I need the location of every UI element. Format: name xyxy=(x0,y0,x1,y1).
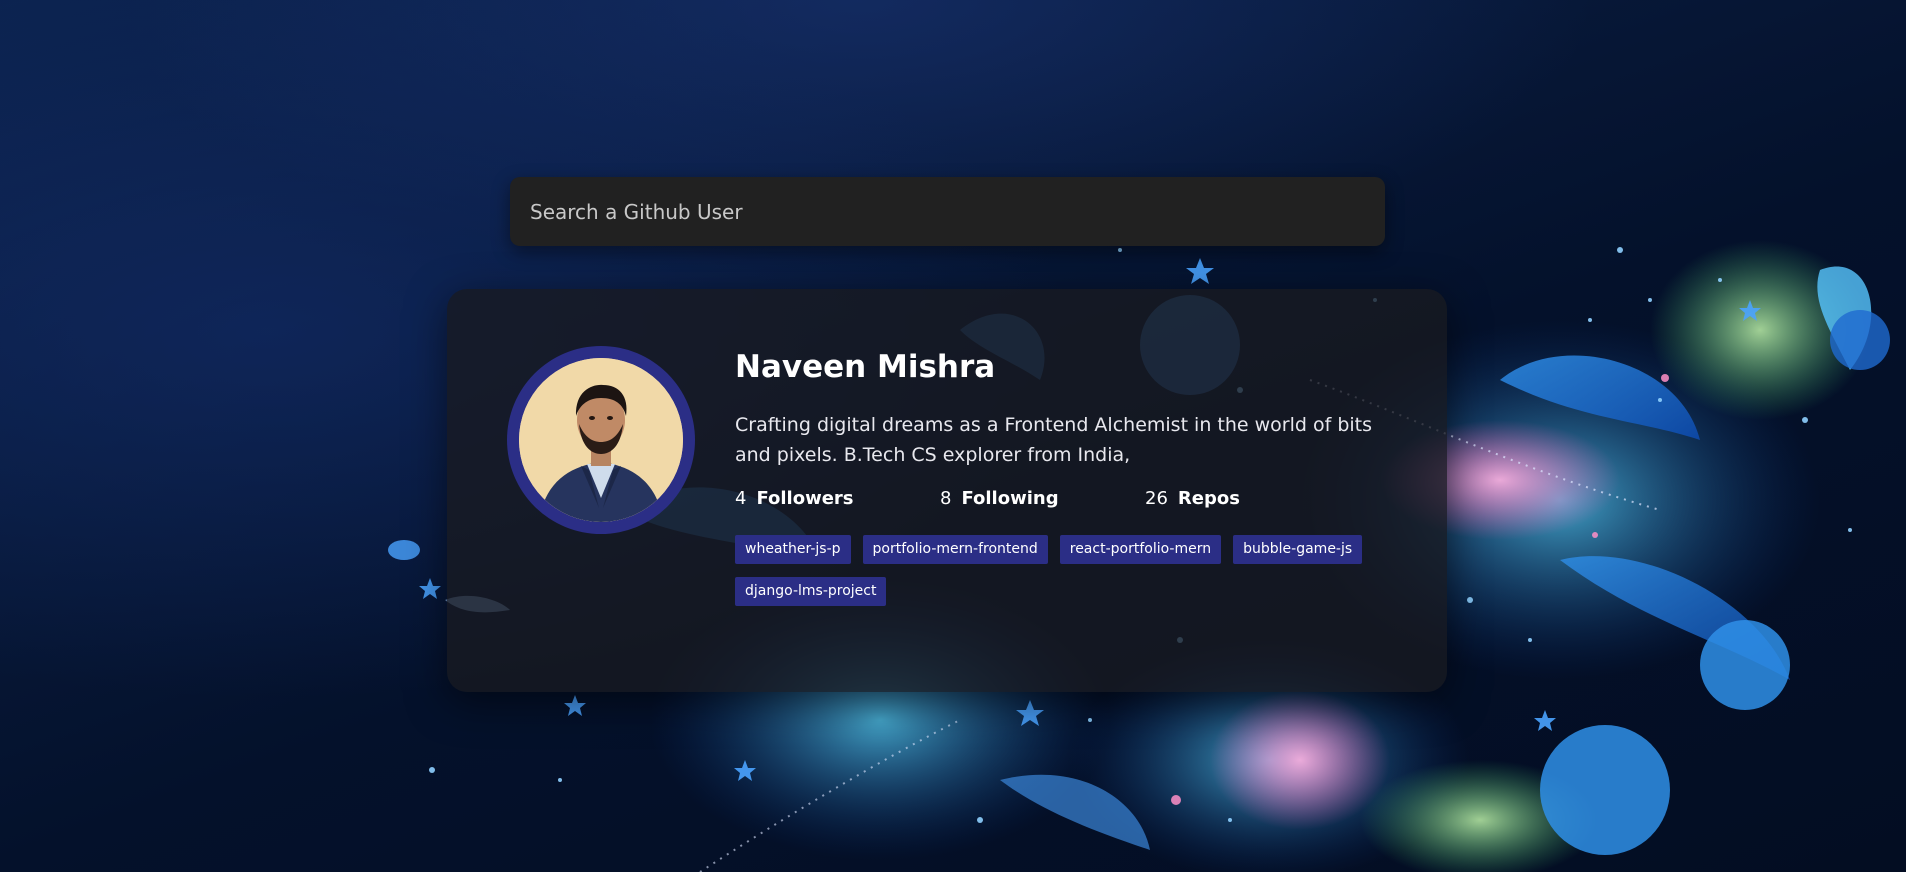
repo-link[interactable]: wheather-js-p xyxy=(735,535,851,565)
user-stats: 4 Followers 8 Following 26 Repos xyxy=(735,488,1415,509)
following-count: 8 xyxy=(940,488,952,510)
profile-card: Naveen Mishra Crafting digital dreams as… xyxy=(447,289,1447,692)
search-input[interactable] xyxy=(510,177,1385,246)
avatar xyxy=(519,358,683,522)
repo-link[interactable]: bubble-game-js xyxy=(1233,535,1363,565)
repo-link[interactable]: django-lms-project xyxy=(735,577,887,607)
stat-followers: 4 Followers xyxy=(735,488,940,509)
stat-repos: 26 Repos xyxy=(1145,488,1350,509)
user-bio: Crafting digital dreams as a Frontend Al… xyxy=(735,414,1373,467)
profile-info: Naveen Mishra Crafting digital dreams as… xyxy=(735,349,1415,619)
following-label: Following xyxy=(961,488,1059,510)
stat-following: 8 Following xyxy=(940,488,1145,509)
avatar-ring xyxy=(507,346,695,534)
user-name: Naveen Mishra xyxy=(735,349,996,385)
repo-link[interactable]: react-portfolio-mern xyxy=(1059,535,1222,565)
followers-count: 4 xyxy=(735,488,747,510)
repo-list: wheather-js-p portfolio-mern-frontend re… xyxy=(735,535,1435,619)
repos-count: 26 xyxy=(1145,488,1168,510)
followers-label: Followers xyxy=(756,488,854,510)
repos-label: Repos xyxy=(1177,488,1240,510)
repo-link[interactable]: portfolio-mern-frontend xyxy=(862,535,1048,565)
